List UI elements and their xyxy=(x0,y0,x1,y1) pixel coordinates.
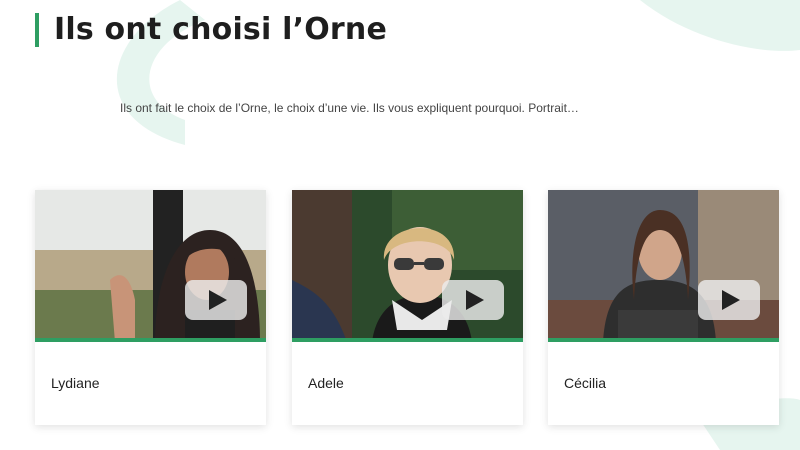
accent-bar xyxy=(35,12,39,47)
section-header: Ils ont choisi l’Orne xyxy=(35,12,387,47)
card-title: Adele xyxy=(308,375,344,391)
page-title: Ils ont choisi l’Orne xyxy=(54,12,387,47)
video-thumbnail[interactable] xyxy=(292,190,523,342)
intro-text: Ils ont fait le choix de l’Orne, le choi… xyxy=(120,101,579,115)
card-title: Lydiane xyxy=(51,375,100,391)
play-icon[interactable] xyxy=(185,280,247,320)
video-card-cecilia[interactable]: Cécilia xyxy=(548,190,779,425)
card-title: Cécilia xyxy=(564,375,607,391)
video-card-lydiane[interactable]: Lydiane xyxy=(35,190,266,425)
video-card-adele[interactable]: Adele xyxy=(292,190,523,425)
video-thumbnail[interactable] xyxy=(35,190,266,342)
video-thumbnail[interactable] xyxy=(548,190,779,342)
play-icon[interactable] xyxy=(698,280,760,320)
play-icon[interactable] xyxy=(442,280,504,320)
